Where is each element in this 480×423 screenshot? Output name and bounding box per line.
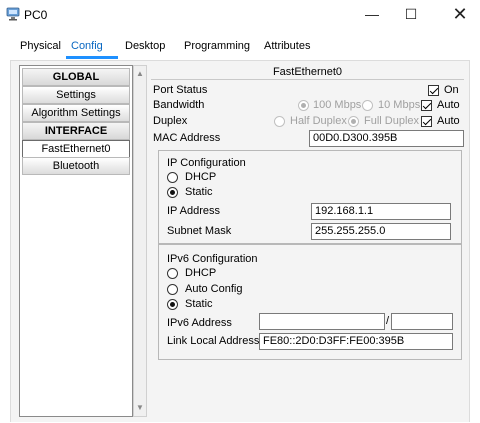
bandwidth-100-radio[interactable] [298,100,309,111]
config-menu-list: GLOBAL Settings Algorithm Settings INTER… [19,65,133,417]
port-status-checkbox[interactable] [428,85,439,96]
bandwidth-label: Bandwidth [153,99,205,111]
minimize-button[interactable]: — [357,4,387,24]
port-status-label: Port Status [153,84,208,96]
tab-bar: Physical Config Desktop Programming Attr… [0,38,480,58]
link-local-address-label: Link Local Address: [167,335,263,347]
menu-header-interface: INTERFACE [22,122,130,140]
tab-desktop[interactable]: Desktop [125,40,165,52]
ipv6-config-title: IPv6 Configuration [167,253,258,265]
duplex-auto-label: Auto [437,115,460,127]
duplex-full-radio[interactable] [348,116,359,127]
ip-address-input[interactable]: 192.168.1.1 [311,203,451,220]
panel-title: FastEthernet0 [151,66,464,80]
tab-config[interactable]: Config [71,40,103,52]
close-button[interactable]: ✕ [445,4,475,24]
ipv6-address-label: IPv6 Address [167,317,232,329]
bandwidth-auto-label: Auto [437,99,460,111]
ipv6-prefix-input[interactable] [391,313,453,330]
menu-item-bluetooth[interactable]: Bluetooth [22,157,130,175]
duplex-half-radio[interactable] [274,116,285,127]
ip-config-title: IP Configuration [167,157,246,169]
mac-address-label: MAC Address [153,132,221,144]
ipv6-dhcp-radio[interactable] [167,268,178,279]
scroll-up-icon[interactable]: ▲ [134,68,146,80]
tab-attributes[interactable]: Attributes [264,40,310,52]
ipv6-auto-config-label: Auto Config [185,283,243,295]
ipv6-dhcp-label: DHCP [185,267,217,279]
subnet-mask-input[interactable]: 255.255.255.0 [311,223,451,240]
tab-programming[interactable]: Programming [184,40,250,52]
mac-address-field[interactable]: 00D0.D300.395B [309,130,464,147]
ip-address-label: IP Address [167,205,220,217]
ipv4-static-radio[interactable] [167,187,178,198]
active-tab-indicator [66,56,118,59]
maximize-button[interactable]: ☐ [396,4,426,24]
menu-item-algorithm-settings[interactable]: Algorithm Settings [22,104,130,122]
duplex-full-label: Full Duplex [364,115,420,127]
pc-icon [6,7,20,21]
bandwidth-100-label: 100 Mbps [313,99,362,111]
ip-configuration-group: IP Configuration DHCP Static IP Address … [158,150,462,244]
bandwidth-10-label: 10 Mbps [378,99,421,111]
ipv4-dhcp-label: DHCP [185,171,217,183]
ipv6-auto-config-radio[interactable] [167,284,178,295]
subnet-mask-label: Subnet Mask [167,225,232,237]
ipv4-static-label: Static [185,186,213,198]
menu-item-settings[interactable]: Settings [22,86,130,104]
duplex-half-label: Half Duplex [290,115,347,127]
ipv6-prefix-separator: / [386,315,390,327]
duplex-label: Duplex [153,115,188,127]
bandwidth-10-radio[interactable] [362,100,373,111]
tab-physical[interactable]: Physical [20,40,61,52]
ipv6-static-radio[interactable] [167,299,178,310]
ipv6-static-label: Static [185,298,213,310]
menu-header-global: GLOBAL [22,68,130,86]
link-local-address-field[interactable]: FE80::2D0:D3FF:FE00:395B [259,333,453,350]
scroll-down-icon[interactable]: ▼ [134,402,146,414]
duplex-auto-checkbox[interactable] [421,116,432,127]
ipv6-configuration-group: IPv6 Configuration DHCP Auto Config Stat… [158,244,462,360]
window-title: PC0 [24,8,48,22]
menu-item-fastethernet0[interactable]: FastEthernet0 [22,140,130,158]
ipv4-dhcp-radio[interactable] [167,172,178,183]
ipv6-address-input[interactable] [259,313,385,330]
menu-scrollbar[interactable]: ▲ ▼ [133,65,147,417]
port-status-on-label: On [444,84,459,96]
window-titlebar: PC0 — ☐ ✕ [0,0,480,30]
bandwidth-auto-checkbox[interactable] [421,100,432,111]
